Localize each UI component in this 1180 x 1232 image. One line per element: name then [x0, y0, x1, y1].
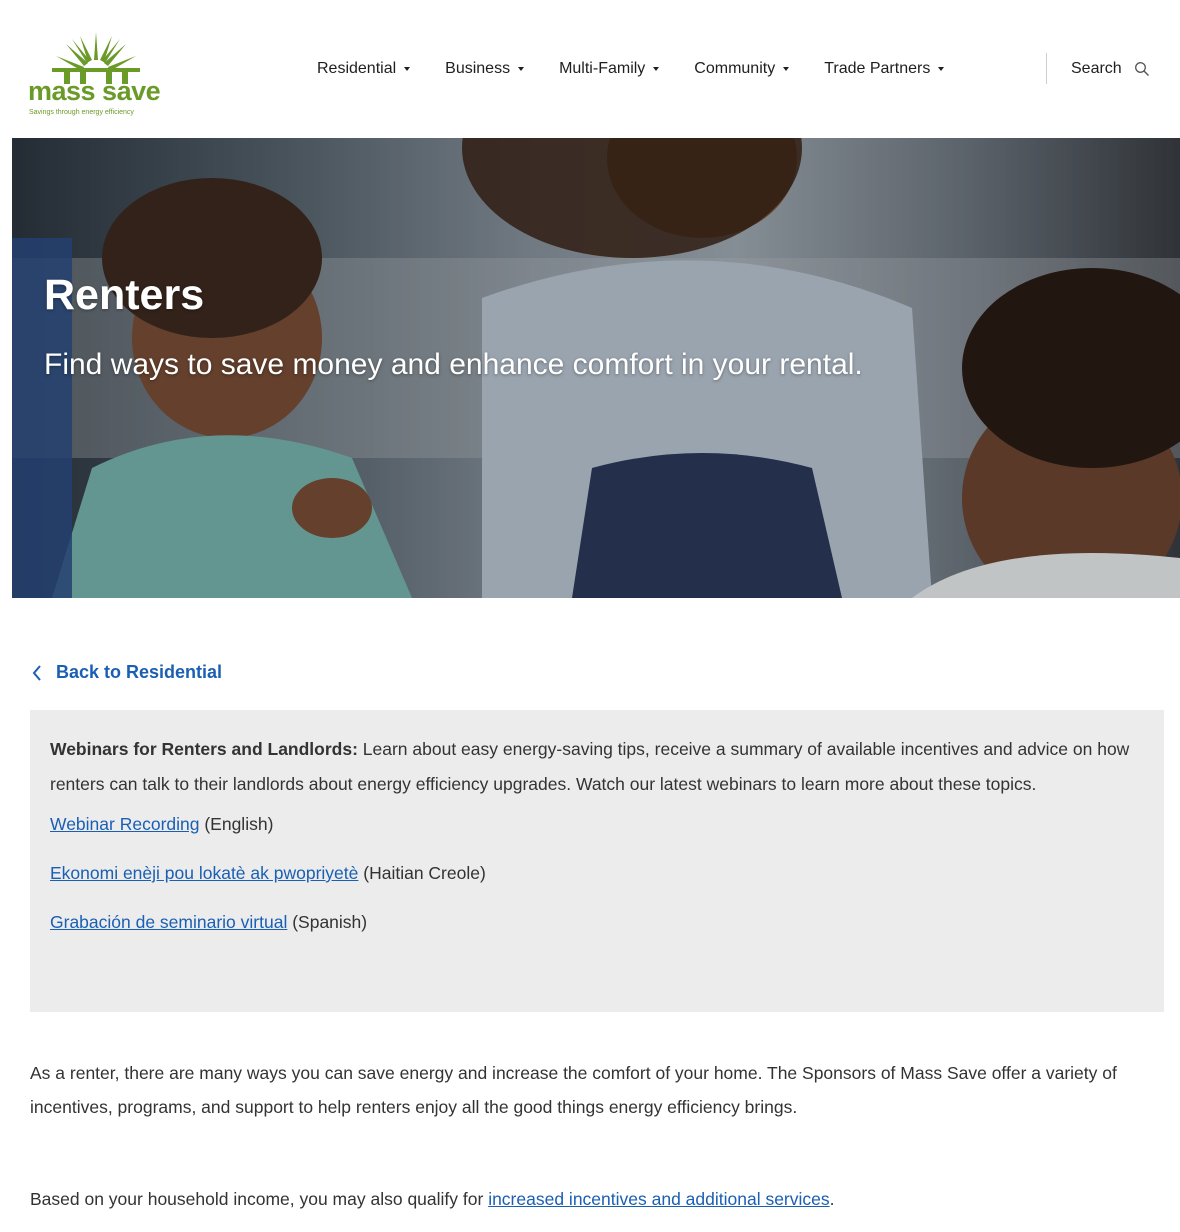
intro-paragraph: As a renter, there are many ways you can… [30, 1063, 1117, 1117]
income-paragraph: Based on your household income, you may … [30, 1182, 1150, 1216]
site-header: mass save Savings through energy efficie… [12, 10, 1180, 138]
webinar-description: Webinars for Renters and Landlords: Lear… [50, 732, 1144, 802]
income-text-end: . [829, 1189, 835, 1209]
page-subtitle: Find ways to save money and enhance comf… [44, 348, 863, 381]
caret-down-icon [404, 67, 411, 71]
webinar-lang: (Spanish) [287, 912, 368, 932]
caret-down-icon [938, 67, 945, 71]
caret-down-icon [518, 67, 525, 71]
webinar-heading: Webinars for Renters and Landlords: [50, 739, 358, 759]
nav-label: Business [445, 60, 511, 77]
search-button[interactable]: Search [1071, 56, 1150, 82]
nav-label: Residential [317, 60, 397, 77]
webinar-lang: (Haitian Creole) [358, 863, 486, 883]
page-title: Renters [44, 271, 205, 319]
page: mass save Savings through energy efficie… [12, 10, 1180, 1232]
increased-incentives-link[interactable]: increased incentives and additional serv… [488, 1189, 829, 1209]
nav-label: Multi-Family [559, 60, 646, 77]
nav-divider [1046, 53, 1047, 84]
logo-wordmark: mass save [28, 76, 161, 106]
webinar-recording-haitian-creole-link[interactable]: Ekonomi enèji pou lokatè ak pwopriyetè [50, 863, 358, 883]
webinar-lang: (English) [199, 814, 274, 834]
logo-tagline: Savings through energy efficiency [29, 109, 134, 116]
nav-community[interactable]: Community [694, 60, 790, 78]
caret-down-icon [653, 67, 660, 71]
nav-label: Community [694, 60, 776, 77]
chevron-left-icon [32, 664, 41, 681]
nav-residential[interactable]: Residential [317, 60, 411, 78]
mass-save-logo[interactable]: mass save Savings through energy efficie… [28, 30, 178, 122]
nav-business[interactable]: Business [445, 60, 525, 78]
search-icon [1134, 62, 1149, 76]
webinar-recording-spanish-link[interactable]: Grabación de seminario virtual [50, 912, 287, 932]
webinar-recording-english-link[interactable]: Webinar Recording [50, 814, 199, 834]
income-text: Based on your household income, you may … [30, 1189, 489, 1209]
nav-multi-family[interactable]: Multi-Family [559, 60, 660, 78]
webinar-links: Webinar Recording (English) Ekonomi enèj… [50, 812, 1144, 959]
back-to-residential-link[interactable]: Back to Residential [32, 662, 222, 683]
webinar-callout: Webinars for Renters and Landlords: Lear… [30, 710, 1164, 1012]
caret-down-icon [783, 67, 790, 71]
nav-trade-partners[interactable]: Trade Partners [824, 60, 945, 78]
webinar-link-row: Ekonomi enèji pou lokatè ak pwopriyetè (… [50, 861, 1144, 910]
hero-banner: Renters Find ways to save money and enha… [12, 138, 1180, 598]
back-link-label: Back to Residential [56, 662, 223, 682]
nav-label: Trade Partners [824, 60, 931, 77]
webinar-link-row: Webinar Recording (English) [50, 812, 1144, 861]
main-nav: Residential Business Multi-Family Commun… [317, 56, 979, 82]
search-label: Search [1071, 60, 1122, 77]
webinar-link-row: Grabación de seminario virtual (Spanish) [50, 910, 1144, 959]
